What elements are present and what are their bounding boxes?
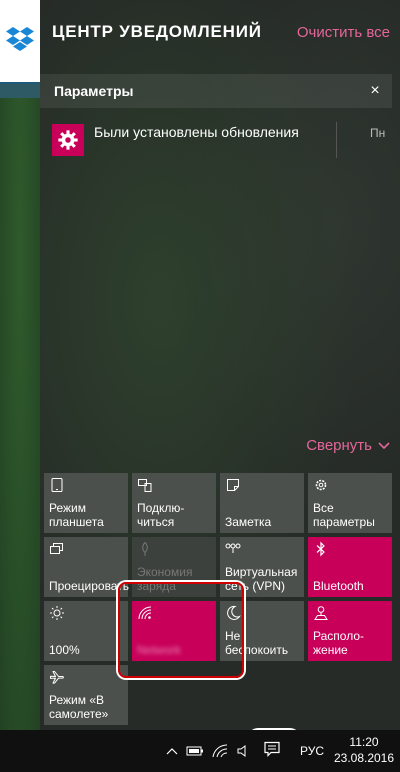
tile-label: Проецировать <box>49 579 129 593</box>
input-language-indicator[interactable]: РУС <box>300 744 324 758</box>
tile-location[interactable]: Располо-жение <box>308 601 392 661</box>
notification-icon <box>263 740 281 763</box>
airplane-icon <box>49 669 65 685</box>
tile-label: Режим «В самолете» <box>49 693 109 721</box>
collapse-label: Свернуть <box>306 437 372 454</box>
system-tray <box>166 730 250 772</box>
gear-icon <box>313 477 329 493</box>
tile-quiet-hours[interactable]: Не беспокоить <box>220 601 304 661</box>
tile-note[interactable]: Заметка <box>220 473 304 533</box>
tile-label: Все параметры <box>313 501 375 529</box>
chevron-up-icon[interactable] <box>166 746 178 756</box>
notification-divider <box>336 122 337 158</box>
moon-icon <box>225 605 241 621</box>
taskbar-clock[interactable]: 11:20 23.08.2016 <box>330 734 398 766</box>
notification-group-title: Параметры <box>54 83 134 99</box>
tile-label: Не беспокоить <box>225 629 289 657</box>
tile-all-settings[interactable]: Все параметры <box>308 473 392 533</box>
action-center-panel: ЦЕНТР УВЕДОМЛЕНИЙ Очистить все Параметры… <box>40 0 400 730</box>
clock-time: 11:20 <box>349 735 379 749</box>
volume-icon[interactable] <box>236 744 250 758</box>
note-icon <box>225 477 241 493</box>
collapse-link[interactable]: Свернуть <box>306 437 390 454</box>
tile-project[interactable]: Проецировать <box>44 537 129 597</box>
notification-item[interactable]: Были установлены обновления Пн <box>52 122 392 160</box>
notification-group-header: Параметры × <box>40 74 392 108</box>
page-title: ЦЕНТР УВЕДОМЛЕНИЙ <box>52 22 262 41</box>
desktop-window-strip <box>0 84 40 98</box>
battery-icon[interactable] <box>186 745 204 757</box>
tile-bluetooth[interactable]: Bluetooth <box>308 537 392 597</box>
tile-label: Network <box>137 643 182 657</box>
close-icon: × <box>370 82 380 99</box>
project-icon <box>49 541 65 557</box>
tablet-mode-icon <box>49 477 65 493</box>
connect-icon <box>137 477 153 493</box>
tile-label: Подклю-читься <box>137 501 185 529</box>
dropbox-icon <box>5 25 35 58</box>
action-center-button[interactable] <box>252 734 292 768</box>
wifi-icon[interactable] <box>212 744 228 758</box>
clear-all-link[interactable]: Очистить все <box>297 24 390 41</box>
bluetooth-icon <box>313 541 329 557</box>
brightness-icon <box>49 605 65 621</box>
tile-network[interactable]: Network <box>132 601 216 661</box>
tile-tablet-mode[interactable]: Режим планшета <box>44 473 128 533</box>
tile-label: Режим планшета <box>49 501 104 529</box>
action-center-header: ЦЕНТР УВЕДОМЛЕНИЙ Очистить все <box>52 20 390 44</box>
tile-label: Располо-жение <box>313 629 364 657</box>
tile-vpn[interactable]: Виртуальная сеть (VPN) <box>220 537 304 597</box>
tile-label: Bluetooth <box>313 579 364 593</box>
tile-label: 100% <box>49 643 80 657</box>
tile-label: Экономия заряда <box>137 565 193 593</box>
wifi-icon <box>137 605 153 621</box>
desktop-background <box>0 0 40 730</box>
tile-label: Виртуальная сеть (VPN) <box>225 565 298 593</box>
vpn-icon <box>225 541 241 557</box>
location-icon <box>313 605 329 621</box>
battery-saver-icon <box>137 541 153 557</box>
tile-airplane-mode[interactable]: Режим «В самолете» <box>44 665 128 725</box>
tile-brightness[interactable]: 100% <box>44 601 128 661</box>
notification-text: Были установлены обновления <box>94 124 299 140</box>
settings-gear-icon <box>52 124 84 156</box>
tile-connect[interactable]: Подклю-читься <box>132 473 216 533</box>
close-group-button[interactable]: × <box>358 82 392 100</box>
dropbox-window[interactable] <box>0 0 40 85</box>
notification-time: Пн <box>370 126 386 140</box>
tile-label: Заметка <box>225 515 272 529</box>
taskbar: РУС 11:20 23.08.2016 <box>0 730 400 772</box>
clock-date: 23.08.2016 <box>333 751 395 765</box>
chevron-down-icon <box>378 437 390 454</box>
tile-battery-saver: Экономия заряда <box>132 537 216 597</box>
